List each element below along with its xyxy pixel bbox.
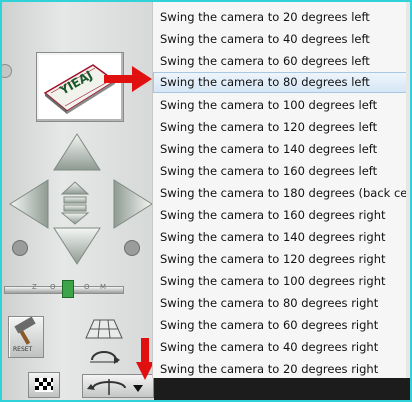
checker-icon — [35, 378, 53, 392]
swing-camera-menu: Swing the camera to 20 degrees left Swing… — [152, 2, 410, 380]
reset-label: RESET — [13, 346, 33, 353]
up-arrow-icon[interactable] — [52, 132, 102, 174]
rotate-icon[interactable] — [84, 344, 124, 370]
center-up-down-icon[interactable] — [58, 180, 92, 226]
zoom-label-o1: O — [50, 283, 56, 291]
menu-edge — [406, 2, 410, 378]
menu-item[interactable]: Swing the camera to 140 degrees left — [153, 138, 410, 160]
zoom-label-z: Z — [32, 283, 37, 291]
menu-item[interactable]: Swing the camera to 160 degrees left — [153, 160, 410, 182]
menu-item[interactable]: Swing the camera to 120 degrees left — [153, 116, 410, 138]
grid-view-icon[interactable] — [84, 318, 124, 342]
dropdown-arrow-icon — [133, 385, 143, 392]
menu-item[interactable]: Swing the camera to 180 degrees (back ce… — [153, 182, 410, 204]
checker-button[interactable] — [28, 372, 60, 398]
zoom-in-round-icon[interactable] — [124, 240, 140, 256]
app-frame: YIEAJ Z O O M RESET Swing the camera to … — [0, 0, 412, 402]
menu-item[interactable]: Swing the camera to 20 degrees right — [153, 358, 410, 380]
menu-item[interactable]: Swing the camera to 100 degrees left — [153, 94, 410, 116]
menu-item[interactable]: Swing the camera to 80 degrees right — [153, 292, 410, 314]
annotation-arrow-right-icon — [104, 66, 152, 92]
zoom-label-o2: O — [84, 283, 90, 291]
zoom-out-round-icon[interactable] — [12, 240, 28, 256]
menu-item[interactable]: Swing the camera to 80 degrees left — [153, 72, 410, 93]
zoom-slider-thumb[interactable] — [62, 280, 74, 298]
left-arrow-icon[interactable] — [8, 178, 52, 230]
down-arrow-icon[interactable] — [52, 226, 102, 266]
menu-item[interactable]: Swing the camera to 60 degrees left — [153, 50, 410, 72]
menu-item[interactable]: Swing the camera to 20 degrees left — [153, 6, 410, 28]
viewport-strip — [154, 378, 410, 400]
menu-item[interactable]: Swing the camera to 100 degrees right — [153, 270, 410, 292]
zoom-label-m: M — [100, 283, 107, 291]
menu-item[interactable]: Swing the camera to 40 degrees left — [153, 28, 410, 50]
navigation-panel: YIEAJ Z O O M RESET — [2, 2, 154, 400]
menu-item[interactable]: Swing the camera to 120 degrees right — [153, 248, 410, 270]
zoom-slider[interactable]: Z O O M — [4, 280, 124, 298]
right-arrow-icon[interactable] — [110, 178, 154, 230]
menu-item[interactable]: Swing the camera to 40 degrees right — [153, 336, 410, 358]
reset-button[interactable]: RESET — [8, 316, 44, 358]
edge-circle-icon[interactable] — [2, 64, 12, 78]
menu-item[interactable]: Swing the camera to 60 degrees right — [153, 314, 410, 336]
reset-hammer-icon — [14, 316, 36, 345]
menu-item[interactable]: Swing the camera to 140 degrees right — [153, 226, 410, 248]
menu-item[interactable]: Swing the camera to 160 degrees right — [153, 204, 410, 226]
